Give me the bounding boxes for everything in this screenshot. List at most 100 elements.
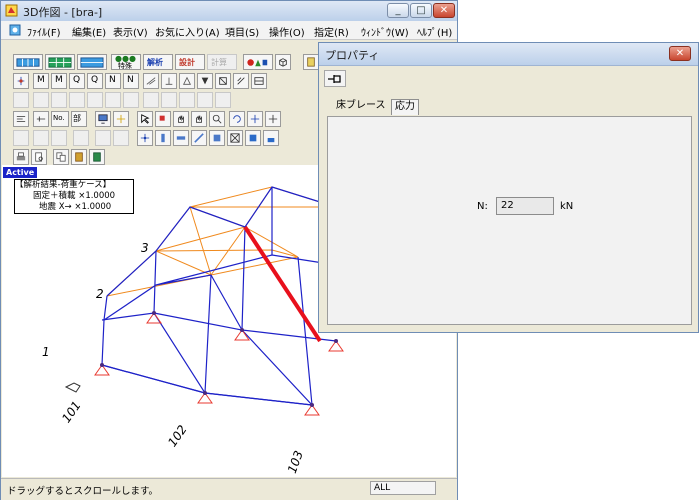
beam-button[interactable] (173, 130, 189, 146)
menu-specify[interactable]: 指定(R) (314, 24, 349, 39)
maximize-button[interactable]: □ (410, 3, 432, 18)
arrow-cursor-icon (141, 114, 150, 124)
axial-frame-icon: N (127, 75, 134, 85)
document-icon[interactable] (9, 24, 21, 36)
sparkle-icon (116, 114, 126, 124)
grid-view-button[interactable] (45, 54, 75, 70)
disabled-tool-14 (33, 130, 49, 146)
wall-button[interactable] (209, 130, 225, 146)
minimize-button[interactable]: _ (387, 3, 409, 18)
printer-icon (16, 152, 26, 161)
node-move-button[interactable] (137, 130, 153, 146)
rotate-button[interactable] (229, 111, 245, 127)
book-2-button[interactable] (89, 149, 105, 165)
pin-icon (328, 75, 341, 83)
property-close-button[interactable]: ✕ (669, 46, 691, 61)
elevation-view-button[interactable] (77, 54, 107, 70)
column-button[interactable] (155, 130, 171, 146)
deform-button[interactable] (143, 73, 159, 89)
move-icon (250, 114, 260, 124)
move-button[interactable] (247, 111, 263, 127)
main-titlebar[interactable]: 3D作図 - [bra-] _ □ ✕ (1, 1, 457, 22)
monitor-icon (98, 114, 108, 124)
property-titlebar[interactable]: プロパティ ✕ (319, 43, 698, 66)
print-preview-button[interactable] (31, 149, 47, 165)
pin-button[interactable] (324, 70, 346, 87)
copy-button[interactable] (53, 149, 69, 165)
moment-frame-button[interactable]: M (51, 73, 67, 89)
cube-view-button[interactable] (275, 54, 291, 70)
foundation-icon (267, 138, 275, 143)
copy-icon (56, 152, 66, 162)
special-button[interactable]: ●●● 特殊 (111, 54, 141, 70)
menu-window[interactable]: ｳｨﾝﾄﾞｳ(W) (361, 24, 409, 39)
close-button[interactable]: ✕ (433, 3, 455, 18)
book-button[interactable] (71, 149, 87, 165)
foundation-button[interactable] (263, 130, 279, 146)
hand-button[interactable] (173, 111, 189, 127)
statusbar: ドラッグするとスクロールします。 ALL (1, 478, 457, 500)
load-case-line-1: 固定＋積載 ×1.0000 (33, 191, 116, 201)
axis-icon (268, 114, 278, 124)
analysis-label: 解析 (147, 58, 163, 67)
brace-icon (194, 133, 204, 143)
toolbar-row-3 (3, 92, 323, 109)
pan-button[interactable] (191, 111, 207, 127)
align-button[interactable] (13, 111, 29, 127)
print-button[interactable] (13, 149, 29, 165)
scale-button[interactable] (33, 111, 49, 127)
menu-operation[interactable]: 操作(O) (269, 24, 305, 39)
tab-stress[interactable]: 応力 (391, 99, 419, 115)
axis-button[interactable] (265, 111, 281, 127)
highlight-button[interactable] (113, 111, 129, 127)
menu-view[interactable]: 表示(V) (113, 24, 148, 39)
axial-button[interactable]: N (105, 73, 121, 89)
reaction-button[interactable] (161, 73, 177, 89)
node-number-button[interactable]: 部 (71, 111, 87, 127)
opening-button[interactable] (245, 130, 261, 146)
disabled-tool-8 (143, 92, 159, 108)
calculator-button[interactable] (303, 54, 319, 70)
plan-view-button[interactable] (13, 54, 43, 70)
load-button[interactable] (197, 73, 213, 89)
load-icon (201, 77, 209, 85)
support-button[interactable] (179, 73, 195, 89)
load-case-box: 【解析結果-荷重ケース】 固定＋積載 ×1.0000 地震 X→ ×1.0000 (14, 179, 134, 214)
moment-button[interactable]: M (33, 73, 49, 89)
menu-edit[interactable]: 編集(E) (72, 24, 106, 39)
shear-frame-button[interactable]: Q (87, 73, 103, 89)
section-icon (219, 77, 227, 85)
support-icon (182, 76, 192, 85)
table-button[interactable] (251, 73, 267, 89)
shear-button[interactable]: Q (69, 73, 85, 89)
main-window-title: 3D作図 - [bra-] (23, 6, 103, 19)
menu-favorites[interactable]: お気に入り(A) (155, 24, 220, 39)
toolbar-row-2: M M Q Q N N (3, 73, 323, 90)
menu-file[interactable]: ﾌｧｲﾙ(F) (27, 24, 61, 39)
cube-icon (279, 58, 287, 67)
disabled-tool-2 (33, 92, 49, 108)
slab-button[interactable] (227, 130, 243, 146)
axial-frame-button[interactable]: N (123, 73, 139, 89)
brace-button[interactable] (191, 130, 207, 146)
disabled-tool-6 (105, 92, 121, 108)
select-button[interactable] (137, 111, 153, 127)
member-button[interactable] (233, 73, 249, 89)
number-button[interactable]: No. (51, 111, 69, 127)
zoom-select-button[interactable] (155, 111, 171, 127)
monitor-button[interactable] (95, 111, 111, 127)
section-button[interactable] (215, 73, 231, 89)
color-display-button[interactable] (243, 54, 273, 70)
tab-floor-brace[interactable]: 床ブレース (333, 99, 389, 115)
node-tool-button[interactable] (13, 73, 29, 89)
selected-member[interactable] (243, 225, 322, 343)
pan-icon (196, 115, 202, 123)
zoom-button[interactable] (209, 111, 225, 127)
analysis-button[interactable]: 解析 (143, 54, 173, 70)
hand-icon (178, 115, 184, 123)
design-button[interactable]: 設計 (175, 54, 205, 70)
disabled-tool-12 (215, 92, 231, 108)
property-window: プロパティ ✕ 床ブレース 応力 N: 22 kN (318, 42, 699, 333)
menu-help[interactable]: ﾍﾙﾌﾟ(H) (417, 24, 452, 39)
menu-items[interactable]: 項目(S) (225, 24, 259, 39)
